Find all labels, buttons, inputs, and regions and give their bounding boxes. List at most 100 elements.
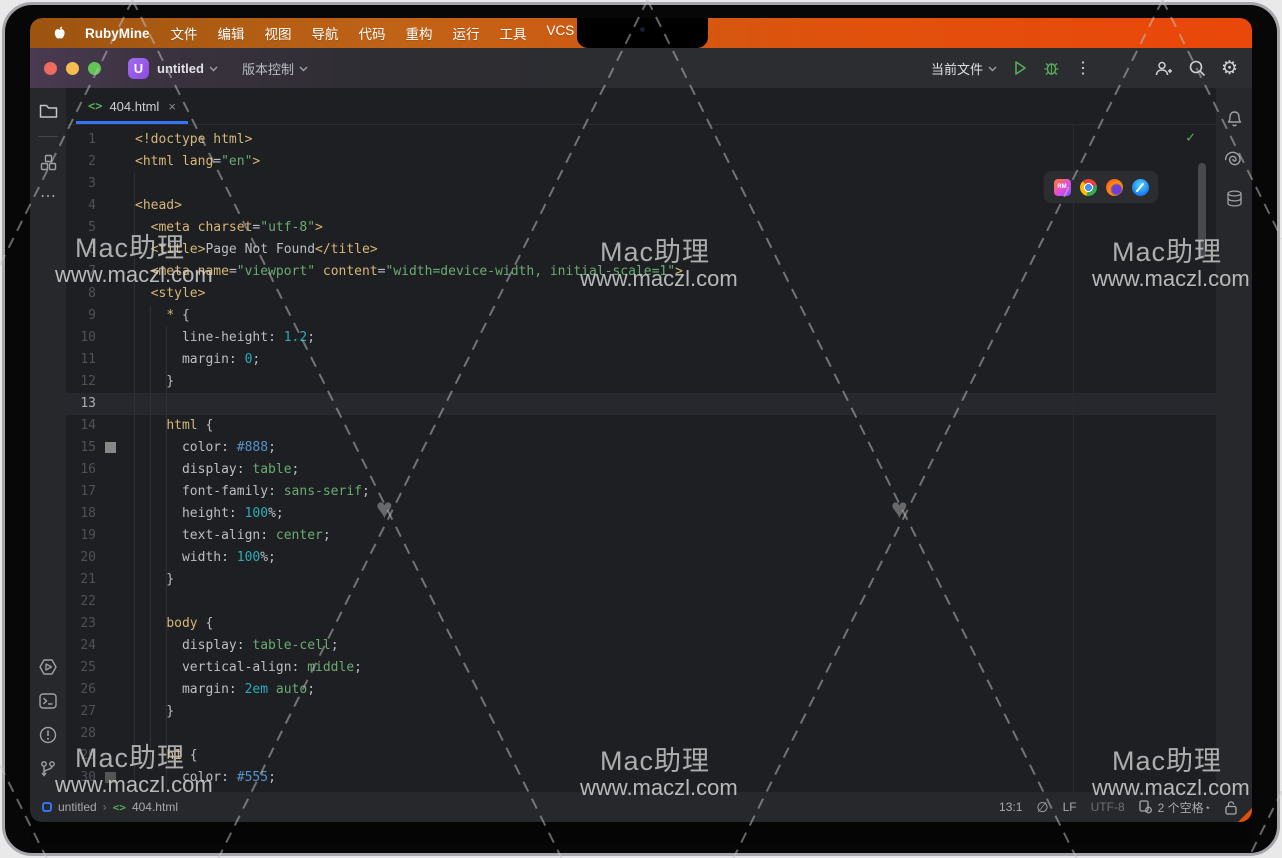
problems-tool-icon[interactable] bbox=[30, 718, 66, 752]
active-tab-indicator bbox=[76, 121, 188, 124]
search-everywhere-icon[interactable] bbox=[1188, 59, 1206, 77]
code-text: <meta charset="utf-8"> bbox=[135, 217, 323, 239]
line-number: 14 bbox=[66, 415, 96, 437]
line-number: 15 bbox=[66, 437, 96, 459]
code-line[interactable]: 22 bbox=[66, 591, 1216, 613]
code-line[interactable]: 25 vertical-align: middle; bbox=[66, 657, 1216, 679]
menu-item-编辑[interactable]: 编辑 bbox=[218, 23, 245, 43]
breadcrumb-file[interactable]: 404.html bbox=[132, 800, 178, 814]
code-line[interactable]: 2<html lang="en"> bbox=[66, 151, 1216, 173]
code-line[interactable]: 18 height: 100%; bbox=[66, 503, 1216, 525]
project-badge: U bbox=[128, 58, 149, 79]
code-line[interactable]: 30 color: #555; bbox=[66, 767, 1216, 789]
code-line[interactable]: 10 line-height: 1.2; bbox=[66, 327, 1216, 349]
code-line[interactable]: 27 } bbox=[66, 701, 1216, 723]
notifications-bell-icon[interactable] bbox=[1216, 102, 1252, 136]
safari-browser-icon[interactable] bbox=[1132, 179, 1149, 196]
code-text: line-height: 1.2; bbox=[135, 327, 315, 349]
menu-item-导航[interactable]: 导航 bbox=[312, 23, 339, 43]
code-text: body { bbox=[135, 613, 213, 635]
code-line[interactable]: 5 <meta charset="utf-8"> bbox=[66, 217, 1216, 239]
menu-item-VCS[interactable]: VCS bbox=[547, 23, 575, 43]
terminal-tool-icon[interactable] bbox=[30, 684, 66, 718]
ide-window: U untitled 版本控制 当前文件 ⋮ ⚙ bbox=[30, 48, 1252, 822]
minimize-window-button[interactable] bbox=[66, 62, 79, 75]
code-line[interactable]: 21 } bbox=[66, 569, 1216, 591]
menu-item-重构[interactable]: 重构 bbox=[406, 23, 433, 43]
menu-item-文件[interactable]: 文件 bbox=[171, 23, 198, 43]
run-button[interactable] bbox=[1012, 60, 1028, 76]
code-text: display: table; bbox=[135, 459, 299, 481]
window-titlebar: U untitled 版本控制 当前文件 ⋮ ⚙ bbox=[30, 48, 1252, 88]
close-window-button[interactable] bbox=[44, 62, 57, 75]
firefox-browser-icon[interactable] bbox=[1106, 179, 1123, 196]
encoding-widget[interactable]: UTF-8 bbox=[1091, 800, 1125, 814]
menu-item-代码[interactable]: 代码 bbox=[359, 23, 386, 43]
code-text: <!doctype html> bbox=[135, 129, 252, 151]
code-line[interactable]: 9 * { bbox=[66, 305, 1216, 327]
structure-tool-icon[interactable] bbox=[30, 145, 66, 179]
breadcrumb-project[interactable]: untitled bbox=[58, 800, 97, 814]
menu-item-工具[interactable]: 工具 bbox=[500, 23, 527, 43]
code-line[interactable]: 8 <style> bbox=[66, 283, 1216, 305]
code-line[interactable]: 19 text-align: center; bbox=[66, 525, 1216, 547]
debug-button[interactable] bbox=[1043, 60, 1060, 76]
editor-tab-bar: <> 404.html × bbox=[66, 88, 1216, 125]
builtin-preview-icon[interactable]: RM bbox=[1054, 179, 1071, 196]
color-swatch[interactable] bbox=[105, 442, 116, 453]
services-tool-icon[interactable] bbox=[30, 650, 66, 684]
settings-gear-icon[interactable]: ⚙ bbox=[1221, 57, 1238, 80]
code-line[interactable]: 24 display: table-cell; bbox=[66, 635, 1216, 657]
editor-scrollbar[interactable] bbox=[1198, 163, 1206, 259]
code-line[interactable]: 26 margin: 2em auto; bbox=[66, 679, 1216, 701]
code-with-me-button[interactable] bbox=[1154, 60, 1173, 77]
code-text: <style> bbox=[135, 283, 205, 305]
more-actions-kebab-icon[interactable]: ⋮ bbox=[1075, 58, 1091, 78]
code-text: <title>Page Not Found</title> bbox=[135, 239, 378, 261]
project-tool-icon[interactable] bbox=[30, 94, 66, 128]
code-line[interactable]: 17 font-family: sans-serif; bbox=[66, 481, 1216, 503]
vcs-widget[interactable]: 版本控制 bbox=[242, 59, 308, 78]
code-line[interactable]: 6 <title>Page Not Found</title> bbox=[66, 239, 1216, 261]
database-tool-icon[interactable] bbox=[1216, 182, 1252, 216]
code-line[interactable]: 20 width: 100%; bbox=[66, 547, 1216, 569]
code-line[interactable]: 29 h1 { bbox=[66, 745, 1216, 767]
code-line[interactable]: 11 margin: 0; bbox=[66, 349, 1216, 371]
ai-assistant-icon[interactable] bbox=[1216, 142, 1252, 176]
menu-item-视图[interactable]: 视图 bbox=[265, 23, 292, 43]
close-tab-icon[interactable]: × bbox=[168, 99, 176, 114]
line-separator-widget[interactable]: LF bbox=[1063, 800, 1077, 814]
run-config-selector[interactable]: 当前文件 bbox=[931, 59, 997, 78]
code-line[interactable]: 13 bbox=[66, 393, 1216, 415]
line-number: 11 bbox=[66, 349, 96, 371]
code-line[interactable]: 1<!doctype html> bbox=[66, 129, 1216, 151]
caret-position-widget[interactable]: 13:1 bbox=[999, 800, 1022, 814]
code-line[interactable]: 28 bbox=[66, 723, 1216, 745]
inspections-ok-icon[interactable]: ✓ bbox=[1186, 128, 1195, 146]
line-number: 26 bbox=[66, 679, 96, 701]
tab-404-html[interactable]: <> 404.html × bbox=[76, 88, 188, 124]
code-line[interactable]: 23 body { bbox=[66, 613, 1216, 635]
breadcrumb-separator: › bbox=[103, 800, 107, 814]
code-line[interactable]: 16 display: table; bbox=[66, 459, 1216, 481]
more-tool-windows-icon[interactable]: ⋯ bbox=[30, 179, 66, 213]
code-line[interactable]: 7 <meta name="viewport" content="width=d… bbox=[66, 261, 1216, 283]
chrome-browser-icon[interactable] bbox=[1080, 179, 1097, 196]
navigation-breadcrumb[interactable]: untitled › <> 404.html bbox=[42, 800, 178, 814]
menubar-app-name[interactable]: RubyMine bbox=[85, 26, 150, 41]
apple-menu-icon[interactable] bbox=[52, 25, 67, 42]
line-number: 5 bbox=[66, 217, 96, 239]
code-line[interactable]: 14 html { bbox=[66, 415, 1216, 437]
code-editor[interactable]: 1<!doctype html>2<html lang="en">34<head… bbox=[66, 125, 1216, 792]
git-tool-icon[interactable] bbox=[30, 752, 66, 786]
lock-unlocked-icon[interactable] bbox=[1224, 800, 1238, 815]
project-selector[interactable]: untitled bbox=[157, 61, 204, 76]
code-line[interactable]: 12 } bbox=[66, 371, 1216, 393]
inspection-level-icon[interactable]: ∅ bbox=[1036, 799, 1048, 816]
color-swatch[interactable] bbox=[105, 772, 116, 783]
code-line[interactable]: 15 color: #888; bbox=[66, 437, 1216, 459]
indent-widget[interactable]: 2 个空格 ٭ bbox=[1139, 799, 1210, 816]
menu-item-运行[interactable]: 运行 bbox=[453, 23, 480, 43]
screen-content: RubyMine 文件编辑视图导航代码重构运行工具 VCS U untitled … bbox=[30, 18, 1252, 844]
zoom-window-button[interactable] bbox=[88, 62, 101, 75]
